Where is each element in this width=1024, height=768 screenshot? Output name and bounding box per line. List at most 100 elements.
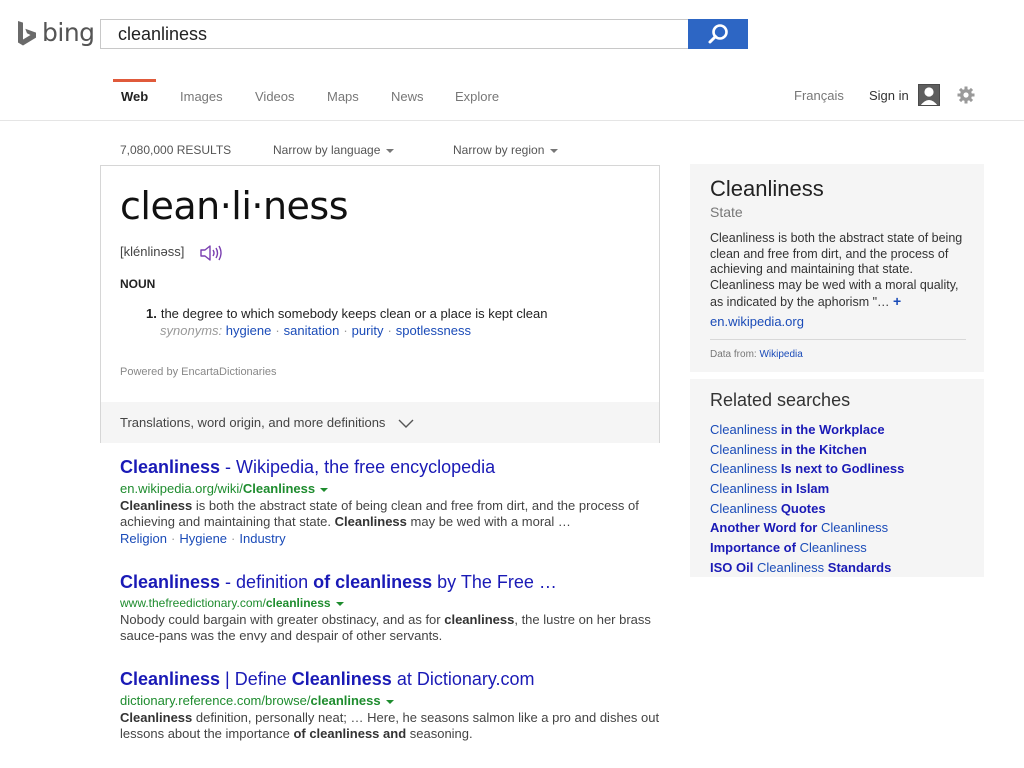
more-definitions-label: Translations, word origin, and more defi…	[120, 415, 386, 430]
synonym-link[interactable]: spotlessness	[396, 323, 471, 338]
result-title-link[interactable]: Cleanliness | Define Cleanliness at Dict…	[120, 669, 660, 690]
url-text: en.wikipedia.org/wiki/	[120, 481, 243, 496]
related-search-item[interactable]: Cleanliness in the Workplace	[710, 420, 904, 440]
narrow-region-label: Narrow by region	[453, 143, 545, 157]
pronunciation: [klénlinəss]	[120, 244, 185, 259]
related-search-item[interactable]: Cleanliness in the Kitchen	[710, 440, 904, 460]
related-search-item[interactable]: Cleanliness in Islam	[710, 479, 904, 499]
related-search-item[interactable]: Importance of Cleanliness	[710, 538, 904, 558]
title-bold: Cleanliness	[120, 572, 221, 592]
signin-link[interactable]: Sign in	[869, 88, 909, 103]
title-text: | Define	[220, 669, 292, 689]
part-of-speech: NOUN	[120, 277, 156, 291]
separator-dot: ·	[231, 531, 236, 546]
dictionary-headword: clean·li·ness	[120, 184, 349, 228]
results-count: 7,080,000 RESULTS	[120, 143, 232, 157]
definition-number: 1.	[146, 306, 157, 321]
title-bold: of cleanliness	[313, 572, 433, 592]
search-input[interactable]	[101, 20, 688, 48]
related-bold: ISO Oil	[710, 559, 754, 575]
result-snippet: Cleanliness definition, personally neat;…	[120, 710, 660, 742]
tab-news[interactable]: News	[391, 89, 424, 104]
related-bold: Standards	[827, 559, 892, 575]
scope-nav: Web Images Videos Maps News Explore Fran…	[0, 78, 1024, 121]
synonyms-label: synonyms:	[160, 323, 223, 338]
user-avatar-icon[interactable]	[918, 84, 940, 106]
bing-logo-icon	[18, 20, 36, 45]
snippet-text: may be wed with a moral …	[406, 514, 571, 529]
related-search-item[interactable]: Another Word for Cleanliness	[710, 518, 904, 538]
related-search-item[interactable]: ISO Oil Cleanliness Standards	[710, 558, 904, 578]
knowledge-panel-description: Cleanliness is both the abstract state o…	[710, 231, 972, 311]
tab-videos[interactable]: Videos	[255, 89, 295, 104]
tab-web[interactable]: Web	[121, 89, 148, 104]
knowledge-panel-subtitle: State	[710, 204, 743, 220]
bing-logo[interactable]: bing	[16, 18, 95, 48]
result-url: dictionary.reference.com/browse/cleanlin…	[120, 693, 660, 708]
chevron-down-icon[interactable]	[320, 487, 329, 492]
title-bold: Cleanliness	[120, 457, 221, 477]
snippet-bold: Cleanliness	[334, 514, 407, 529]
related-searches: Related searches Cleanliness in the Work…	[690, 379, 984, 577]
related-bold: in the Kitchen	[777, 441, 867, 457]
url-bold: cleanliness	[310, 693, 381, 708]
url-bold: Cleanliness	[242, 481, 316, 496]
synonym-link[interactable]: purity	[352, 323, 384, 338]
related-text: Cleanliness	[710, 500, 778, 516]
chevron-down-icon	[386, 148, 395, 153]
synonym-link[interactable]: sanitation	[284, 323, 340, 338]
settings-gear-icon[interactable]	[957, 86, 975, 109]
related-text: Cleanliness	[710, 441, 778, 457]
search-button[interactable]	[688, 19, 748, 49]
tab-images[interactable]: Images	[180, 89, 223, 104]
search-result: Cleanliness - Wikipedia, the free encycl…	[120, 457, 660, 546]
chevron-down-icon	[550, 148, 559, 153]
related-searches-title: Related searches	[710, 390, 851, 410]
chevron-down-icon[interactable]	[385, 699, 394, 704]
description-text: Cleanliness is both the abstract state o…	[710, 231, 963, 309]
result-snippet: Nobody could bargain with greater obstin…	[120, 612, 660, 644]
data-source-link[interactable]: Wikipedia	[759, 349, 802, 360]
more-definitions-toggle[interactable]: Translations, word origin, and more defi…	[101, 402, 659, 443]
result-title-link[interactable]: Cleanliness - definition of cleanliness …	[120, 572, 660, 593]
active-tab-indicator	[113, 79, 156, 82]
title-text: by The Free …	[432, 572, 557, 592]
title-bold: Cleanliness	[291, 669, 392, 689]
url-text: www.thefreedictionary.com/	[120, 596, 266, 610]
definition-text: the degree to which somebody keeps clean…	[160, 306, 548, 321]
powered-by: Powered by EncartaDictionaries	[120, 366, 277, 378]
narrow-language-dropdown[interactable]: Narrow by language	[273, 143, 395, 157]
related-bold: Another Word for	[710, 520, 818, 536]
related-bold: in Islam	[777, 481, 830, 497]
search-result: Cleanliness | Define Cleanliness at Dict…	[120, 669, 660, 742]
tab-maps[interactable]: Maps	[327, 89, 359, 104]
snippet-text: Nobody could bargain with greater obstin…	[120, 612, 445, 627]
expand-plus-icon[interactable]: +	[893, 293, 901, 309]
snippet-bold: Cleanliness	[120, 710, 193, 725]
chevron-down-icon[interactable]	[335, 601, 344, 606]
data-source: Data from: Wikipedia	[710, 349, 803, 360]
deeplink-hygiene[interactable]: Hygiene	[179, 531, 227, 546]
synonym-link[interactable]: hygiene	[226, 323, 272, 338]
logo-text: bing	[42, 18, 95, 47]
deeplink-industry[interactable]: Industry	[239, 531, 285, 546]
snippet-bold: of cleanliness and	[293, 726, 407, 741]
speaker-icon[interactable]	[199, 243, 223, 268]
related-search-item[interactable]: Cleanliness Is next to Godliness	[710, 459, 904, 479]
language-link[interactable]: Français	[794, 88, 844, 103]
related-search-item[interactable]: Cleanliness Quotes	[710, 499, 904, 519]
dictionary-card: clean·li·ness [klénlinəss] NOUN 1. the de…	[100, 165, 660, 443]
related-searches-list: Cleanliness in the Workplace Cleanliness…	[710, 420, 904, 578]
title-text: - Wikipedia, the free encyclopedia	[220, 457, 496, 477]
result-title-link[interactable]: Cleanliness - Wikipedia, the free encycl…	[120, 457, 660, 478]
title-text: - definition	[220, 572, 314, 592]
narrow-region-dropdown[interactable]: Narrow by region	[453, 143, 559, 157]
narrow-language-label: Narrow by language	[273, 143, 381, 157]
deeplink-religion[interactable]: Religion	[120, 531, 167, 546]
wikipedia-link[interactable]: en.wikipedia.org	[710, 314, 804, 329]
result-deeplinks: Religion · Hygiene · Industry	[120, 531, 660, 546]
related-bold: Quotes	[777, 500, 826, 516]
tab-explore[interactable]: Explore	[455, 89, 499, 104]
url-bold: cleanliness	[265, 596, 331, 610]
separator-dot: ·	[343, 323, 348, 338]
